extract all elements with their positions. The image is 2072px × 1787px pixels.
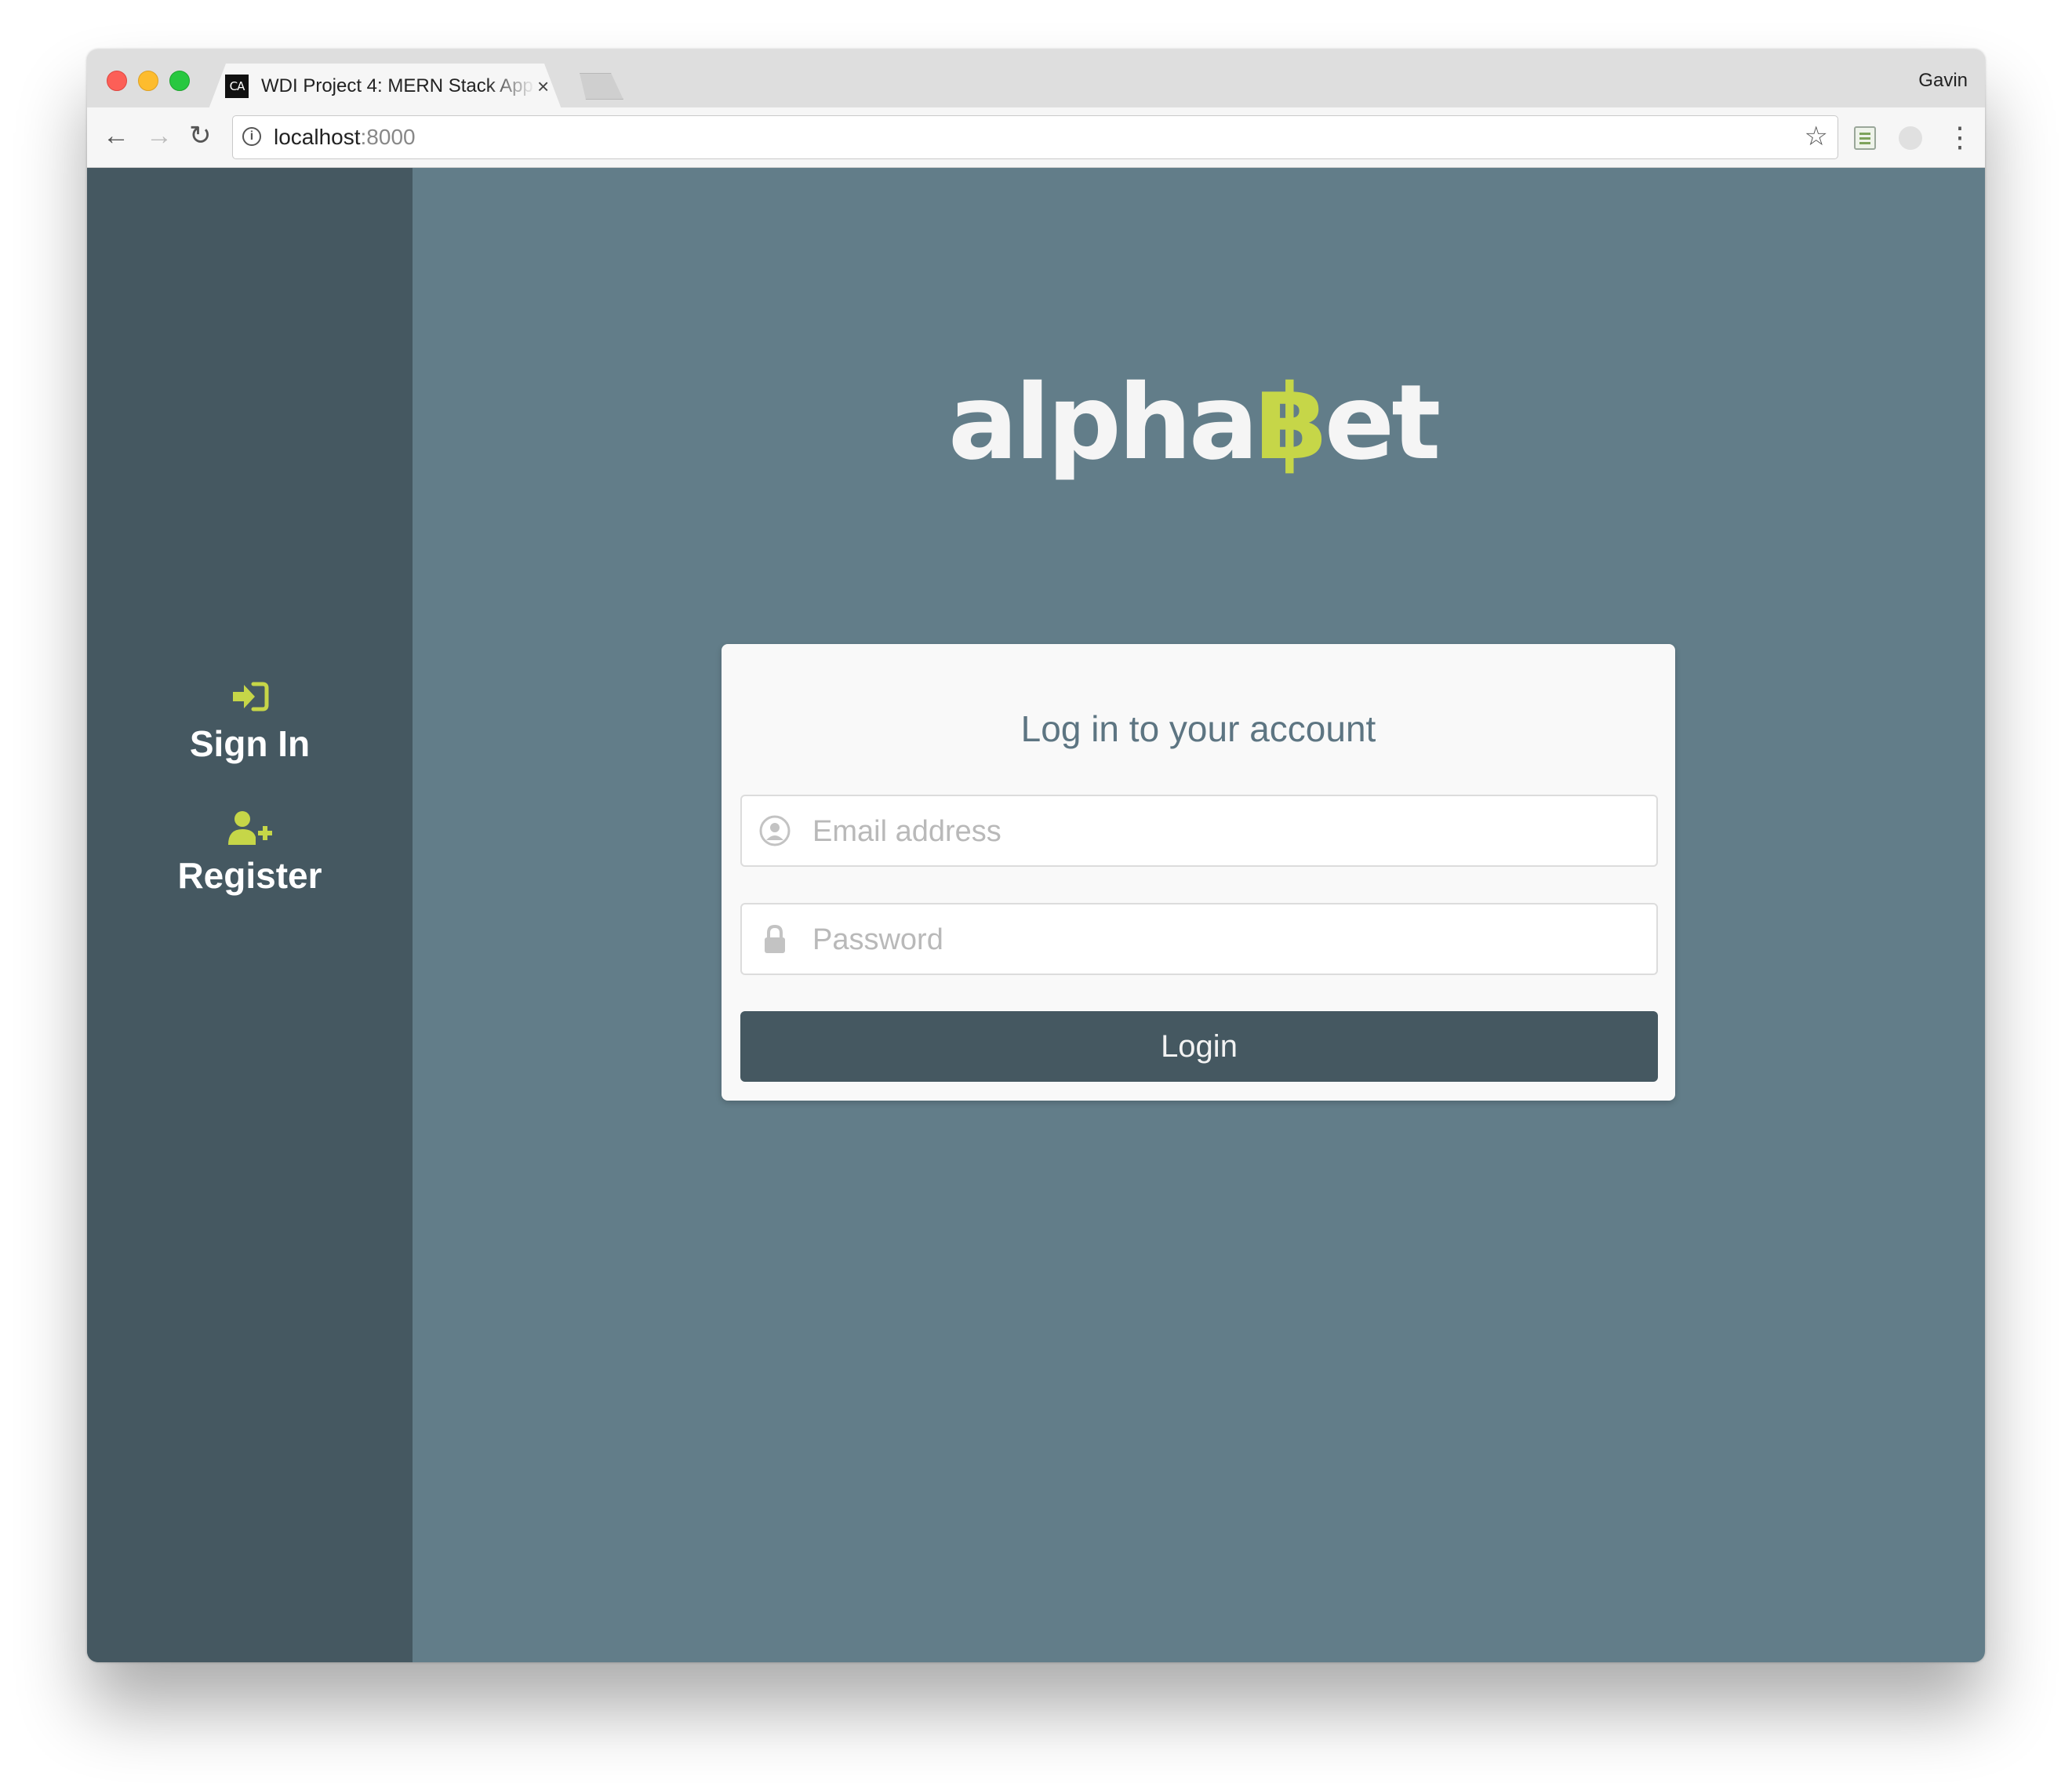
menu-icon[interactable]: ⋮ <box>1946 120 1974 155</box>
browser-window: CA WDI Project 4: MERN Stack App × Gavin… <box>87 49 1985 1662</box>
sidebar-item-label: Sign In <box>189 723 311 764</box>
logo-text-suffix: et <box>1324 362 1441 483</box>
minimize-window-button[interactable] <box>138 71 158 91</box>
user-circle-icon <box>759 815 791 846</box>
sheets-extension-icon[interactable] <box>1854 126 1876 150</box>
url-host: localhost <box>274 125 361 149</box>
tab-bar: CA WDI Project 4: MERN Stack App × Gavin <box>87 49 1985 107</box>
sidebar-item-sign-in[interactable]: Sign In <box>87 678 413 767</box>
sidebar: Sign In Register <box>87 168 413 1662</box>
logo-text-prefix: alpha <box>948 362 1259 483</box>
email-input[interactable] <box>811 796 1638 867</box>
info-icon[interactable]: i <box>242 127 261 146</box>
email-field[interactable] <box>740 795 1658 867</box>
url-port: :8000 <box>360 125 416 149</box>
favicon-icon: CA <box>225 75 249 98</box>
password-field[interactable] <box>740 903 1658 975</box>
address-bar[interactable]: i localhost:8000 ☆ <box>232 115 1838 159</box>
new-tab-button[interactable] <box>573 73 623 100</box>
extension-icon[interactable] <box>1899 126 1922 150</box>
url-text[interactable]: localhost:8000 <box>274 124 416 151</box>
browser-toolbar: ← → ↻ i localhost:8000 ☆ ⋮ <box>87 107 1985 168</box>
sign-in-icon <box>232 682 268 712</box>
logo-bitcoin-letter: ฿ <box>1255 362 1328 483</box>
maximize-window-button[interactable] <box>169 71 190 91</box>
page-content: Sign In Register alpha฿et Log in to your… <box>87 168 1985 1662</box>
forward-arrow-icon[interactable]: → <box>146 120 173 151</box>
profile-name[interactable]: Gavin <box>1918 70 1968 92</box>
reload-icon[interactable]: ↻ <box>189 120 212 151</box>
user-plus-icon <box>227 811 272 845</box>
alphabet-logo: alpha฿et <box>948 364 1458 482</box>
login-title: Log in to your account <box>1020 708 1376 749</box>
sidebar-item-label: Register <box>177 855 322 896</box>
login-button[interactable]: Login <box>740 1011 1658 1082</box>
login-card: Log in to your account Login <box>722 644 1675 1101</box>
star-icon[interactable]: ☆ <box>1805 121 1828 152</box>
close-window-button[interactable] <box>107 71 127 91</box>
tab-close-icon[interactable]: × <box>537 73 549 100</box>
back-arrow-icon[interactable]: ← <box>103 120 129 151</box>
lock-icon <box>765 924 785 953</box>
sidebar-item-register[interactable]: Register <box>87 810 413 899</box>
tab-title: WDI Project 4: MERN Stack App <box>261 75 533 96</box>
password-input[interactable] <box>811 904 1638 975</box>
